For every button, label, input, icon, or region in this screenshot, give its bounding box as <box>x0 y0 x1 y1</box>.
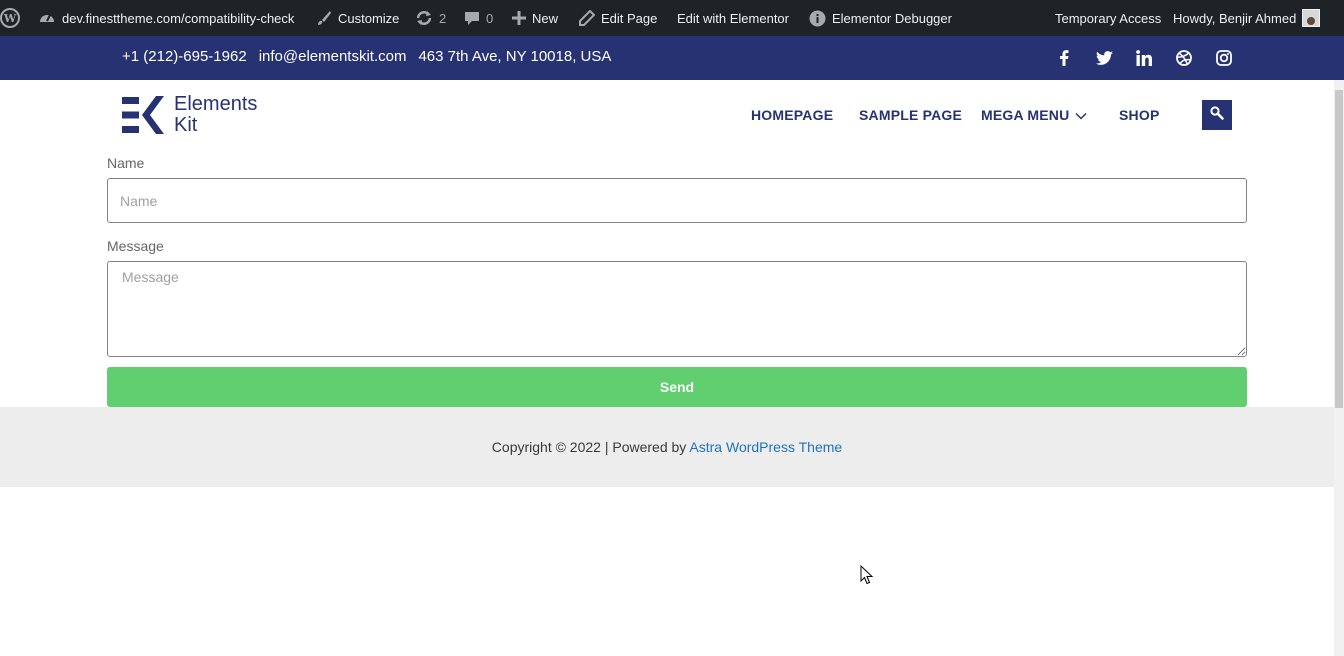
email-address[interactable]: info@elementskit.com <box>259 48 407 65</box>
message-textarea[interactable] <box>107 261 1247 357</box>
wordpress-logo-button[interactable]: W <box>0 0 20 36</box>
copyright-label: Copyright © 2022 | Powered by <box>491 439 690 455</box>
my-account-link[interactable]: Howdy, Benjir Ahmed <box>1173 0 1321 36</box>
street-address: 463 7th Ave, NY 10018, USA <box>418 47 612 65</box>
new-label: New <box>532 10 559 26</box>
nav-mega-menu-label: MEGA MENU <box>981 107 1070 123</box>
astra-theme-link[interactable]: Astra WordPress Theme <box>689 439 842 455</box>
top-info-bar: +1 (212)-695-1962 info@elementskit.com 4… <box>0 36 1344 80</box>
nav-mega-menu[interactable]: MEGA MENU <box>981 100 1087 130</box>
send-button[interactable]: Send <box>107 367 1247 407</box>
site-url-text: dev.finesttheme.com/compatibility-check <box>62 10 295 26</box>
updates-refresh-icon <box>415 9 433 27</box>
howdy-label: Howdy, Benjir Ahmed <box>1173 10 1297 26</box>
wordpress-logo-icon: W <box>0 8 20 28</box>
temporary-access-link[interactable]: Temporary Access <box>1055 0 1161 36</box>
nav-sample-page[interactable]: SAMPLE PAGE <box>859 100 962 130</box>
phone-number[interactable]: +1 (212)-695-1962 <box>122 48 247 65</box>
dashboard-gauge-icon <box>38 9 56 27</box>
page-scrollbar[interactable] <box>1334 80 1344 656</box>
name-label: Name <box>107 155 145 171</box>
comments-count: 0 <box>486 10 494 26</box>
edit-with-elementor-label: Edit with Elementor <box>677 10 789 26</box>
edit-with-elementor-link[interactable]: Edit with Elementor <box>677 0 789 36</box>
customize-link[interactable]: Customize <box>316 0 399 36</box>
twitter-icon[interactable] <box>1094 48 1114 68</box>
instagram-icon[interactable] <box>1214 48 1234 68</box>
search-icon <box>1210 105 1224 125</box>
elementor-debugger-label: Elementor Debugger <box>832 10 952 26</box>
site-footer: Copyright © 2022 | Powered by Astra Word… <box>0 407 1334 487</box>
social-links <box>1054 36 1234 80</box>
edit-page-label: Edit Page <box>601 10 658 26</box>
info-circle-icon <box>809 10 826 27</box>
pencil-icon <box>579 10 595 26</box>
wp-admin-bar: W dev.finesttheme.com/compatibility-chec… <box>0 0 1344 36</box>
contact-info: +1 (212)-695-1962 info@elementskit.com 4… <box>122 36 611 76</box>
site-name-link[interactable]: dev.finesttheme.com/compatibility-check <box>38 0 294 36</box>
search-button[interactable] <box>1202 100 1232 130</box>
elementor-debugger-link[interactable]: Elementor Debugger <box>809 0 952 36</box>
paintbrush-icon <box>316 10 332 26</box>
temporary-access-label: Temporary Access <box>1055 10 1162 26</box>
plus-icon <box>512 11 526 25</box>
dribbble-icon[interactable] <box>1174 48 1194 68</box>
customize-label: Customize <box>338 10 400 26</box>
mouse-cursor-icon <box>860 564 874 585</box>
comment-bubble-icon <box>464 10 480 26</box>
nav-homepage[interactable]: HOMEPAGE <box>751 100 833 130</box>
avatar <box>1302 9 1321 27</box>
main-navigation: HOMEPAGE SAMPLE PAGE MEGA MENU SHOP <box>0 100 1344 130</box>
nav-shop[interactable]: SHOP <box>1119 100 1159 130</box>
copyright-text: Copyright © 2022 | Powered by Astra Word… <box>492 439 842 455</box>
facebook-icon[interactable] <box>1054 48 1074 68</box>
name-input[interactable] <box>107 178 1247 223</box>
comments-link[interactable]: 0 <box>464 0 493 36</box>
edit-page-link[interactable]: Edit Page <box>579 0 657 36</box>
new-content-link[interactable]: New <box>512 0 558 36</box>
message-label: Message <box>107 238 164 254</box>
updates-link[interactable]: 2 <box>415 0 446 36</box>
updates-count: 2 <box>439 10 447 26</box>
scrollbar-thumb[interactable] <box>1335 90 1343 408</box>
chevron-down-icon <box>1075 107 1087 123</box>
linkedin-icon[interactable] <box>1134 48 1154 68</box>
